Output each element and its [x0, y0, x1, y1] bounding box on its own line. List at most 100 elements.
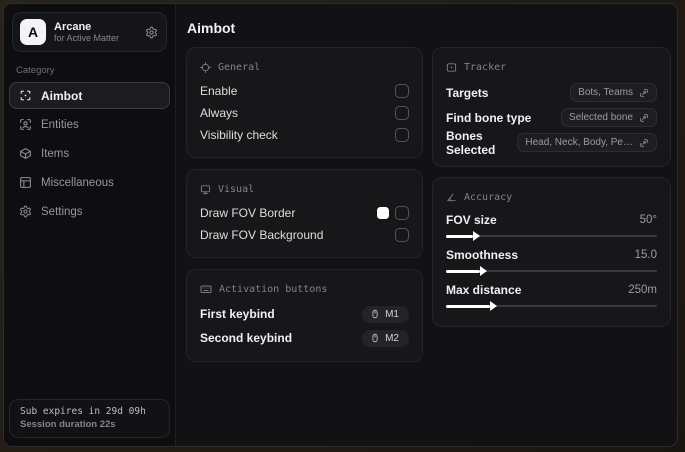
setting-label: Enable [200, 84, 238, 98]
gear-icon[interactable] [145, 26, 158, 39]
find-bone-type-dropdown[interactable]: Selected bone [561, 108, 657, 127]
dropdown-value: Bots, Teams [578, 87, 633, 98]
setting-row: Draw FOV Background [200, 224, 409, 246]
setting-label: Draw FOV Border [200, 206, 296, 220]
sidebar-item-label: Aimbot [41, 88, 83, 103]
sidebar-item-label: Entities [41, 118, 79, 131]
section-title: Visual [218, 183, 255, 195]
setting-row: Draw FOV Border [200, 202, 409, 224]
cube-icon [19, 147, 32, 160]
gear-icon [19, 205, 32, 218]
sidebar-item-miscellaneous[interactable]: Miscellaneous [9, 169, 170, 196]
angle-icon [446, 192, 457, 203]
slider-thumb[interactable] [479, 266, 487, 276]
setting-label: Always [200, 106, 239, 120]
person-scan-icon [19, 118, 32, 131]
max-distance-slider-group: Max distance 250m [446, 280, 657, 311]
setting-label: Targets [446, 85, 489, 100]
setting-row: Always [200, 102, 409, 124]
slider-label: FOV size [446, 213, 497, 227]
expand-icon [639, 113, 649, 123]
monitor-icon [200, 184, 211, 195]
fov-border-color-swatch[interactable] [377, 207, 389, 219]
app-subtitle: for Active Matter [54, 33, 120, 44]
general-card: General Enable Always Visibility check [186, 47, 423, 158]
mouse-icon [370, 333, 380, 343]
slider-thumb[interactable] [490, 301, 498, 311]
sidebar-item-settings[interactable]: Settings [9, 198, 170, 225]
fov-size-slider-group: FOV size 50° [446, 210, 657, 241]
setting-row: Bones Selected Head, Neck, Body, Pe… [446, 128, 657, 157]
page-title: Aimbot [187, 20, 236, 36]
setting-label: Draw FOV Background [200, 228, 324, 242]
bones-selected-dropdown[interactable]: Head, Neck, Body, Pe… [517, 133, 657, 152]
app-name: Arcane [54, 20, 92, 33]
app-window: A Arcane for Active Matter Category Aimb… [3, 3, 678, 447]
always-checkbox[interactable] [395, 106, 409, 120]
slider-value: 50° [639, 214, 657, 226]
tracker-card: Tracker Targets Bots, Teams Find bone ty… [432, 47, 671, 167]
crosshair-icon [200, 61, 211, 73]
keybind-value: M2 [385, 332, 399, 344]
sidebar-item-label: Settings [41, 205, 83, 218]
setting-label: Find bone type [446, 110, 532, 125]
right-column: Tracker Targets Bots, Teams Find bone ty… [432, 47, 671, 327]
max-distance-slider[interactable] [446, 301, 657, 311]
setting-row: Find bone type Selected bone [446, 105, 657, 130]
slider-thumb[interactable] [473, 231, 481, 241]
activation-buttons-card: Activation buttons First keybind M1 Seco… [186, 269, 423, 362]
sidebar-item-items[interactable]: Items [9, 140, 170, 167]
second-keybind-button[interactable]: M2 [362, 329, 409, 347]
keybind-label: Second keybind [200, 331, 293, 345]
setting-row: Enable [200, 80, 409, 102]
keybind-value: M1 [385, 308, 399, 320]
setting-row: Targets Bots, Teams [446, 80, 657, 105]
category-label: Category [16, 65, 55, 76]
smoothness-slider-group: Smoothness 15.0 [446, 245, 657, 276]
draw-fov-background-checkbox[interactable] [395, 228, 409, 242]
section-title: General [218, 61, 261, 73]
expand-icon [639, 88, 649, 98]
dropdown-value: Selected bone [569, 112, 633, 123]
setting-label: Visibility check [200, 128, 278, 142]
target-frame-icon [446, 62, 457, 73]
sidebar-item-label: Miscellaneous [41, 176, 114, 189]
slider-label: Smoothness [446, 248, 519, 262]
slider-value: 15.0 [634, 249, 657, 261]
smoothness-slider[interactable] [446, 266, 657, 276]
layout-icon [19, 176, 32, 189]
keybind-row: Second keybind M2 [200, 326, 409, 350]
setting-label: Bones Selected [446, 128, 496, 157]
targets-dropdown[interactable]: Bots, Teams [570, 83, 657, 102]
subscription-info: Sub expires in 29d 09h Session duration … [9, 399, 170, 438]
section-title: Activation buttons [219, 283, 328, 295]
section-title: Tracker [464, 61, 507, 73]
visibility-check-checkbox[interactable] [395, 128, 409, 142]
slider-value: 250m [628, 284, 657, 296]
setting-row: Visibility check [200, 124, 409, 146]
session-duration-text: Session duration 22s [20, 419, 116, 430]
keybind-row: First keybind M1 [200, 302, 409, 326]
draw-fov-border-checkbox[interactable] [395, 206, 409, 220]
sub-expires-text: Sub expires in 29d 09h [20, 406, 146, 417]
app-header: A Arcane for Active Matter [12, 12, 167, 52]
crosshair-scan-icon [19, 89, 32, 102]
keyboard-icon [200, 283, 212, 295]
main-panel: Aimbot General Enable Always Visibility … [176, 4, 677, 446]
visual-card: Visual Draw FOV Border Draw FOV Backgrou… [186, 169, 423, 258]
mouse-icon [370, 309, 380, 319]
accuracy-card: Accuracy FOV size 50° Smoothness 15.0 Ma… [432, 177, 671, 327]
keybind-label: First keybind [200, 307, 275, 321]
app-logo: A [20, 19, 46, 45]
fov-size-slider[interactable] [446, 231, 657, 241]
sidebar: A Arcane for Active Matter Category Aimb… [4, 4, 176, 446]
first-keybind-button[interactable]: M1 [362, 305, 409, 323]
sidebar-item-aimbot[interactable]: Aimbot [9, 82, 170, 109]
section-title: Accuracy [464, 191, 513, 203]
slider-label: Max distance [446, 283, 522, 297]
enable-checkbox[interactable] [395, 84, 409, 98]
category-nav: Aimbot Entities Items Miscellaneous Sett… [4, 82, 175, 225]
sidebar-item-label: Items [41, 147, 70, 160]
sidebar-item-entities[interactable]: Entities [9, 111, 170, 138]
dropdown-value: Head, Neck, Body, Pe… [525, 137, 633, 148]
